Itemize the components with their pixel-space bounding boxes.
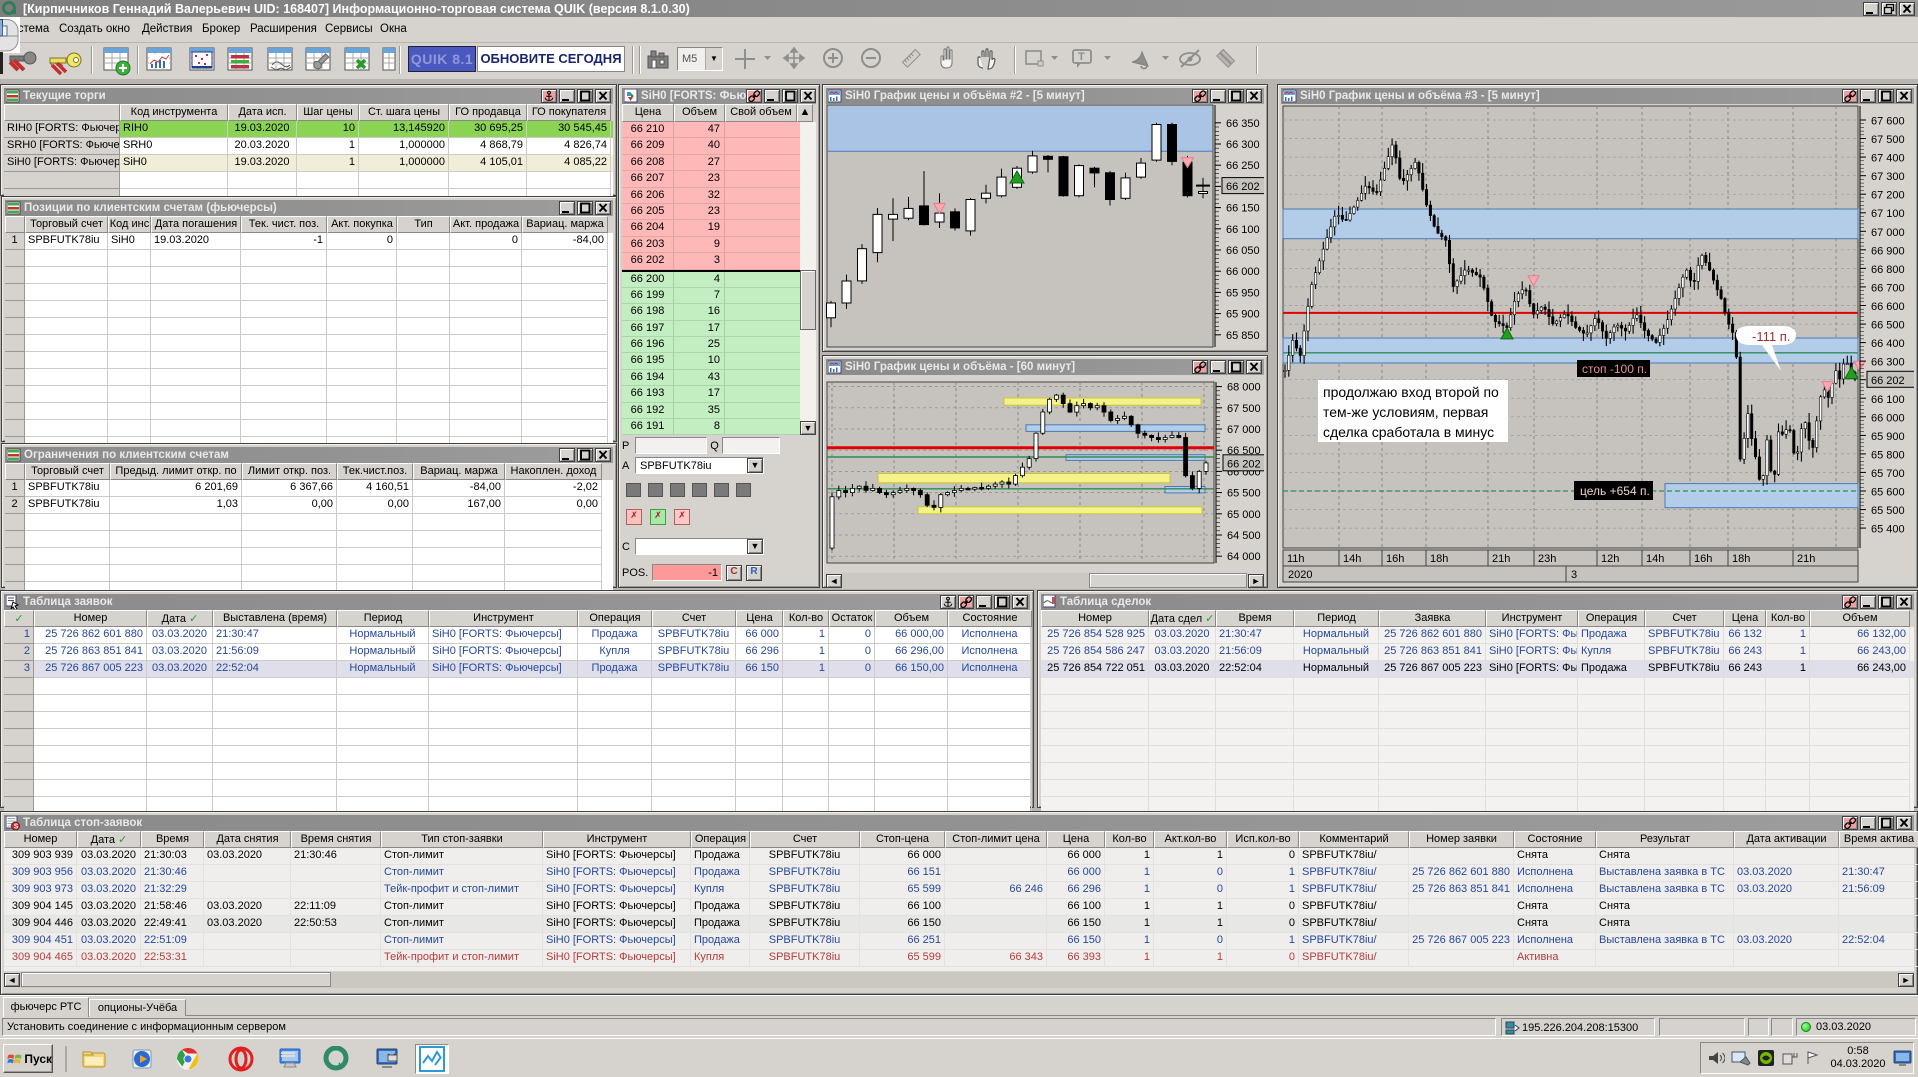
- svg-text:T: T: [1078, 51, 1085, 63]
- svg-text:65 000: 65 000: [1227, 509, 1261, 521]
- svg-text:66 000: 66 000: [1226, 266, 1260, 278]
- svg-text:67 200: 67 200: [1871, 190, 1905, 202]
- svg-text:65 600: 65 600: [1871, 487, 1905, 499]
- svg-text:16h: 16h: [1386, 553, 1404, 565]
- svg-text:64 500: 64 500: [1227, 530, 1261, 542]
- svg-text:сделка сработала в минус: сделка сработала в минус: [1323, 424, 1494, 440]
- svg-text:67 600: 67 600: [1871, 116, 1905, 128]
- svg-text:67 500: 67 500: [1871, 134, 1905, 146]
- svg-text:тем-же условиям, первая: тем-же условиям, первая: [1323, 404, 1488, 420]
- svg-text:66 400: 66 400: [1871, 338, 1905, 350]
- svg-text:66 202: 66 202: [1226, 181, 1260, 193]
- svg-text:65 900: 65 900: [1226, 309, 1260, 321]
- svg-text:3: 3: [1571, 569, 1577, 581]
- svg-text:23h: 23h: [1538, 553, 1556, 565]
- svg-text:65 950: 65 950: [1226, 287, 1260, 299]
- svg-text:65 850: 65 850: [1226, 330, 1260, 342]
- svg-text:21h: 21h: [1797, 553, 1815, 565]
- svg-text:65 500: 65 500: [1227, 488, 1261, 500]
- svg-text:65 900: 65 900: [1871, 431, 1905, 443]
- svg-text:продолжаю вход второй по: продолжаю вход второй по: [1323, 384, 1499, 400]
- svg-text:66 300: 66 300: [1871, 357, 1905, 369]
- svg-text:65 700: 65 700: [1871, 468, 1905, 480]
- svg-text:68 000: 68 000: [1227, 382, 1261, 394]
- svg-text:67 000: 67 000: [1227, 424, 1261, 436]
- svg-text:11h: 11h: [1287, 553, 1305, 565]
- svg-text:14h: 14h: [1646, 553, 1664, 565]
- svg-text:стоп -100 п.: стоп -100 п.: [1582, 362, 1647, 376]
- svg-text:66 800: 66 800: [1871, 264, 1905, 276]
- svg-text:67 100: 67 100: [1871, 208, 1905, 220]
- svg-text:66 250: 66 250: [1226, 160, 1260, 172]
- svg-text:65 400: 65 400: [1871, 524, 1905, 536]
- svg-text:-111 п.: -111 п.: [1752, 329, 1790, 344]
- svg-text:67 400: 67 400: [1871, 153, 1905, 165]
- svg-text:2020: 2020: [1288, 569, 1312, 581]
- svg-text:66 202: 66 202: [1227, 458, 1261, 470]
- svg-text:66 050: 66 050: [1226, 245, 1260, 257]
- svg-text:64 000: 64 000: [1227, 551, 1261, 563]
- svg-text:66 300: 66 300: [1226, 139, 1260, 151]
- svg-text:12h: 12h: [1601, 553, 1619, 565]
- svg-text:66 000: 66 000: [1871, 412, 1905, 424]
- svg-text:65 800: 65 800: [1871, 449, 1905, 461]
- svg-text:18h: 18h: [1732, 553, 1750, 565]
- svg-text:14h: 14h: [1343, 553, 1361, 565]
- svg-text:66 900: 66 900: [1871, 245, 1905, 257]
- svg-text:S: S: [14, 824, 19, 830]
- svg-text:66 150: 66 150: [1226, 203, 1260, 215]
- svg-text:цель +654 п.: цель +654 п.: [1580, 484, 1650, 498]
- svg-text:18h: 18h: [1430, 553, 1448, 565]
- svg-text:67 000: 67 000: [1871, 227, 1905, 239]
- svg-text:66 350: 66 350: [1226, 118, 1260, 130]
- svg-text:66 600: 66 600: [1871, 301, 1905, 313]
- svg-text:66 500: 66 500: [1871, 320, 1905, 332]
- svg-text:16h: 16h: [1694, 553, 1712, 565]
- svg-text:66 100: 66 100: [1226, 224, 1260, 236]
- svg-text:21h: 21h: [1492, 553, 1510, 565]
- svg-text:67 300: 67 300: [1871, 171, 1905, 183]
- svg-text:65 500: 65 500: [1871, 505, 1905, 517]
- svg-text:67 500: 67 500: [1227, 403, 1261, 415]
- svg-text:66 700: 66 700: [1871, 282, 1905, 294]
- svg-text:66 100: 66 100: [1871, 394, 1905, 406]
- svg-text:66 202: 66 202: [1871, 375, 1905, 387]
